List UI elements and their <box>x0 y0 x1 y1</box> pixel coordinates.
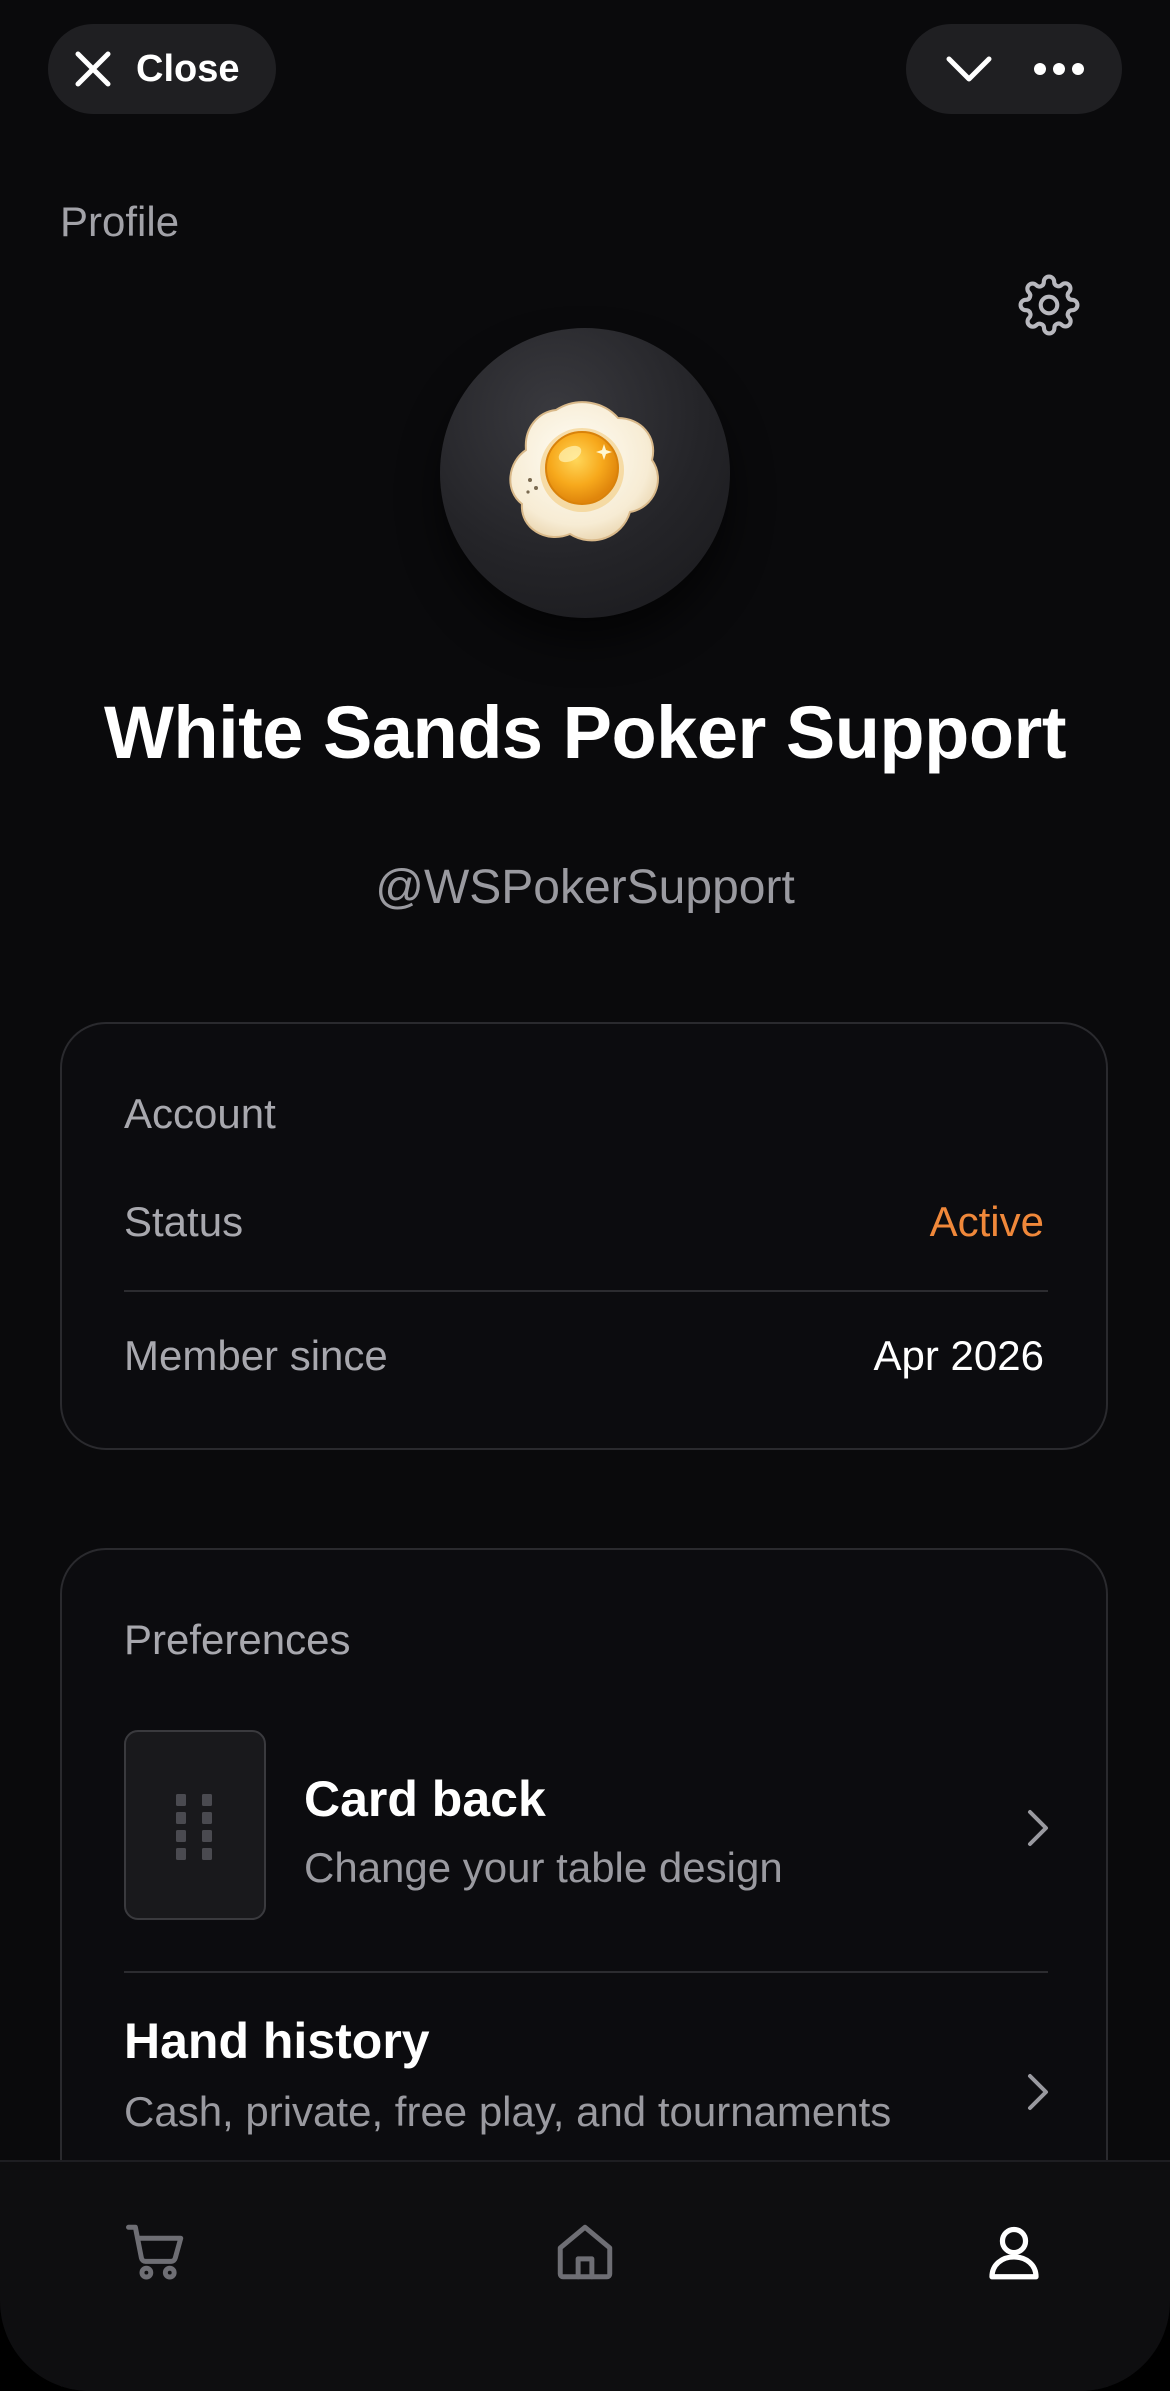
more-horizontal-icon <box>1034 63 1084 75</box>
home-icon <box>557 2224 613 2280</box>
more-button[interactable] <box>1027 37 1091 101</box>
fried-egg-icon <box>509 401 659 542</box>
tab-home[interactable] <box>545 2212 625 2292</box>
tab-profile[interactable] <box>974 2212 1054 2292</box>
member-since-label: Member since <box>124 1332 388 1379</box>
profile-handle: @WSPokerSupport <box>375 861 795 914</box>
account-divider <box>124 1290 1048 1292</box>
member-since-value: Apr 2026 <box>873 1332 1044 1379</box>
card-back-subtitle: Change your table design <box>304 1844 783 1891</box>
profile-name: White Sands Poker Support <box>104 691 1066 774</box>
collapse-button[interactable] <box>937 37 1001 101</box>
card-back-row[interactable]: Card back Change your table design <box>62 1730 1106 1924</box>
avatar[interactable] <box>440 328 730 618</box>
status-value: Active <box>929 1198 1044 1245</box>
card-back-title: Card back <box>304 1771 546 1827</box>
preferences-card-title: Preferences <box>124 1616 351 1663</box>
chevron-down-icon <box>946 56 992 82</box>
hand-history-title: Hand history <box>124 2013 430 2069</box>
status-label: Status <box>124 1198 244 1245</box>
account-card: Account Status Active Member since Apr 2… <box>60 1022 1108 1450</box>
window-controls <box>906 24 1122 114</box>
profile-screen: Close Profile White Sands Poker Support … <box>0 0 1170 2391</box>
chevron-right-icon <box>1028 1810 1048 1846</box>
card-back-thumbnail <box>124 1730 266 1920</box>
hand-history-subtitle: Cash, private, free play, and tournament… <box>124 2088 892 2135</box>
account-card-title: Account <box>124 1090 276 1137</box>
user-icon <box>989 2226 1039 2280</box>
tab-shop[interactable] <box>116 2212 196 2292</box>
close-button-label: Close <box>136 47 240 90</box>
close-x-icon <box>75 51 111 87</box>
bottom-tab-bar <box>0 2160 1170 2391</box>
cart-icon <box>126 2224 184 2280</box>
close-button[interactable]: Close <box>48 24 276 114</box>
hand-history-row[interactable]: Hand history Cash, private, free play, a… <box>62 2000 1106 2135</box>
card-back-pattern-icon <box>176 1794 212 1860</box>
gear-icon <box>1018 274 1080 336</box>
chevron-right-icon <box>1028 2074 1048 2110</box>
preferences-divider <box>124 1971 1048 1973</box>
settings-button[interactable] <box>1014 270 1084 340</box>
page-title: Profile <box>60 198 180 245</box>
